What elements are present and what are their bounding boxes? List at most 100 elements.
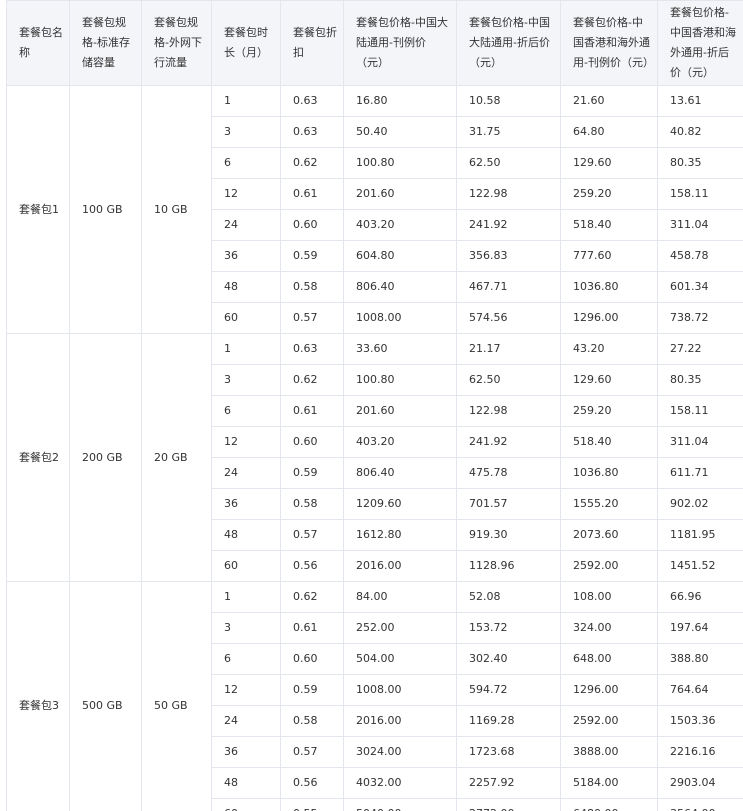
- mainland-list-price-cell: 100.80: [343, 147, 457, 179]
- duration-cell: 3: [211, 116, 281, 148]
- table-body: 套餐包1 100 GB 10 GB 1 0.63 16.80 10.58 21.60 13.61…: [6, 85, 743, 811]
- table-row: 套餐包2 200 GB 20 GB 1 0.63 33.60 21.17 43.20 27.22: [6, 333, 743, 582]
- mainland-discount-price-cell: 10.58: [456, 85, 561, 117]
- mainland-discount-price-cell: 475.78: [456, 457, 561, 489]
- duration-cell: 60: [211, 798, 281, 811]
- header-mainland-list-price: 套餐包价格-中国大陆通用-刊例价（元）: [343, 0, 457, 86]
- overseas-list-price-cell: 648.00: [560, 643, 658, 675]
- duration-cell: 6: [211, 395, 281, 427]
- duration-cell: 24: [211, 457, 281, 489]
- overseas-list-price-cell: 324.00: [560, 612, 658, 644]
- mainland-discount-price-cell: 356.83: [456, 240, 561, 272]
- overseas-list-price-cell: 43.20: [560, 333, 658, 365]
- mainland-discount-price-cell: 122.98: [456, 178, 561, 210]
- overseas-list-price-cell: 5184.00: [560, 767, 658, 799]
- overseas-discount-price-cell: 158.11: [657, 178, 743, 210]
- overseas-list-price-cell: 1036.80: [560, 271, 658, 303]
- overseas-discount-price-cell: 80.35: [657, 364, 743, 396]
- overseas-discount-price-cell: 738.72: [657, 302, 743, 334]
- mainland-discount-price-cell: 2772.00: [456, 798, 561, 811]
- discount-cell: 0.58: [280, 271, 344, 303]
- mainland-list-price-cell: 100.80: [343, 364, 457, 396]
- discount-cell: 0.57: [280, 302, 344, 334]
- overseas-list-price-cell: 1555.20: [560, 488, 658, 520]
- overseas-discount-price-cell: 1181.95: [657, 519, 743, 551]
- overseas-discount-price-cell: 13.61: [657, 85, 743, 117]
- mainland-discount-price-cell: 31.75: [456, 116, 561, 148]
- duration-cell: 3: [211, 612, 281, 644]
- overseas-list-price-cell: 518.40: [560, 209, 658, 241]
- discount-cell: 0.60: [280, 426, 344, 458]
- overseas-discount-price-cell: 197.64: [657, 612, 743, 644]
- mainland-discount-price-cell: 241.92: [456, 209, 561, 241]
- overseas-list-price-cell: 259.20: [560, 395, 658, 427]
- mainland-list-price-cell: 2016.00: [343, 550, 457, 582]
- mainland-list-price-cell: 33.60: [343, 333, 457, 365]
- overseas-discount-price-cell: 1503.36: [657, 705, 743, 737]
- mainland-discount-price-cell: 701.57: [456, 488, 561, 520]
- overseas-discount-price-cell: 611.71: [657, 457, 743, 489]
- duration-cell: 36: [211, 240, 281, 272]
- discount-cell: 0.61: [280, 395, 344, 427]
- overseas-discount-price-cell: 3564.00: [657, 798, 743, 811]
- traffic-cell: 20 GB: [141, 333, 212, 582]
- discount-cell: 0.58: [280, 488, 344, 520]
- mainland-discount-price-cell: 62.50: [456, 364, 561, 396]
- mainland-discount-price-cell: 919.30: [456, 519, 561, 551]
- table-container: 套餐包名称 套餐包规格-标准存储容量 套餐包规格-外网下行流量 套餐包时长（月）…: [6, 0, 743, 811]
- mainland-list-price-cell: 1008.00: [343, 302, 457, 334]
- header-row: 套餐包名称 套餐包规格-标准存储容量 套餐包规格-外网下行流量 套餐包时长（月）…: [6, 0, 743, 86]
- package-name-cell: 套餐包2: [6, 333, 70, 582]
- mainland-discount-price-cell: 594.72: [456, 674, 561, 706]
- overseas-discount-price-cell: 388.80: [657, 643, 743, 675]
- mainland-list-price-cell: 84.00: [343, 581, 457, 613]
- duration-cell: 60: [211, 550, 281, 582]
- duration-cell: 48: [211, 519, 281, 551]
- duration-cell: 6: [211, 147, 281, 179]
- duration-cell: 36: [211, 736, 281, 768]
- duration-cell: 1: [211, 333, 281, 365]
- overseas-list-price-cell: 2073.60: [560, 519, 658, 551]
- discount-cell: 0.55: [280, 798, 344, 811]
- overseas-discount-price-cell: 2216.16: [657, 736, 743, 768]
- mainland-list-price-cell: 403.20: [343, 426, 457, 458]
- discount-cell: 0.61: [280, 612, 344, 644]
- overseas-discount-price-cell: 27.22: [657, 333, 743, 365]
- header-overseas-discount-price: 套餐包价格-中国香港和海外通用-折后价（元）: [657, 0, 743, 86]
- discount-cell: 0.58: [280, 705, 344, 737]
- discount-cell: 0.62: [280, 364, 344, 396]
- table-row: 套餐包3 500 GB 50 GB 1 0.62 84.00 52.08 108.00 66.9…: [6, 581, 743, 811]
- overseas-discount-price-cell: 902.02: [657, 488, 743, 520]
- discount-cell: 0.62: [280, 581, 344, 613]
- mainland-discount-price-cell: 52.08: [456, 581, 561, 613]
- mainland-discount-price-cell: 122.98: [456, 395, 561, 427]
- mainland-discount-price-cell: 302.40: [456, 643, 561, 675]
- overseas-discount-price-cell: 1451.52: [657, 550, 743, 582]
- discount-cell: 0.63: [280, 85, 344, 117]
- duration-cell: 24: [211, 209, 281, 241]
- mainland-discount-price-cell: 467.71: [456, 271, 561, 303]
- discount-cell: 0.63: [280, 333, 344, 365]
- overseas-list-price-cell: 129.60: [560, 364, 658, 396]
- mainland-list-price-cell: 16.80: [343, 85, 457, 117]
- overseas-discount-price-cell: 311.04: [657, 209, 743, 241]
- mainland-discount-price-cell: 2257.92: [456, 767, 561, 799]
- duration-cell: 1: [211, 581, 281, 613]
- discount-cell: 0.59: [280, 457, 344, 489]
- overseas-list-price-cell: 21.60: [560, 85, 658, 117]
- overseas-discount-price-cell: 40.82: [657, 116, 743, 148]
- discount-cell: 0.60: [280, 643, 344, 675]
- overseas-list-price-cell: 1296.00: [560, 302, 658, 334]
- storage-cell: 500 GB: [69, 581, 142, 811]
- mainland-list-price-cell: 403.20: [343, 209, 457, 241]
- header-duration: 套餐包时长（月）: [211, 0, 281, 86]
- package-price-table: 套餐包名称 套餐包规格-标准存储容量 套餐包规格-外网下行流量 套餐包时长（月）…: [6, 0, 743, 811]
- mainland-list-price-cell: 201.60: [343, 178, 457, 210]
- duration-cell: 24: [211, 705, 281, 737]
- discount-cell: 0.56: [280, 550, 344, 582]
- mainland-list-price-cell: 201.60: [343, 395, 457, 427]
- duration-cell: 1: [211, 85, 281, 117]
- mainland-discount-price-cell: 1723.68: [456, 736, 561, 768]
- traffic-cell: 50 GB: [141, 581, 212, 811]
- mainland-list-price-cell: 1008.00: [343, 674, 457, 706]
